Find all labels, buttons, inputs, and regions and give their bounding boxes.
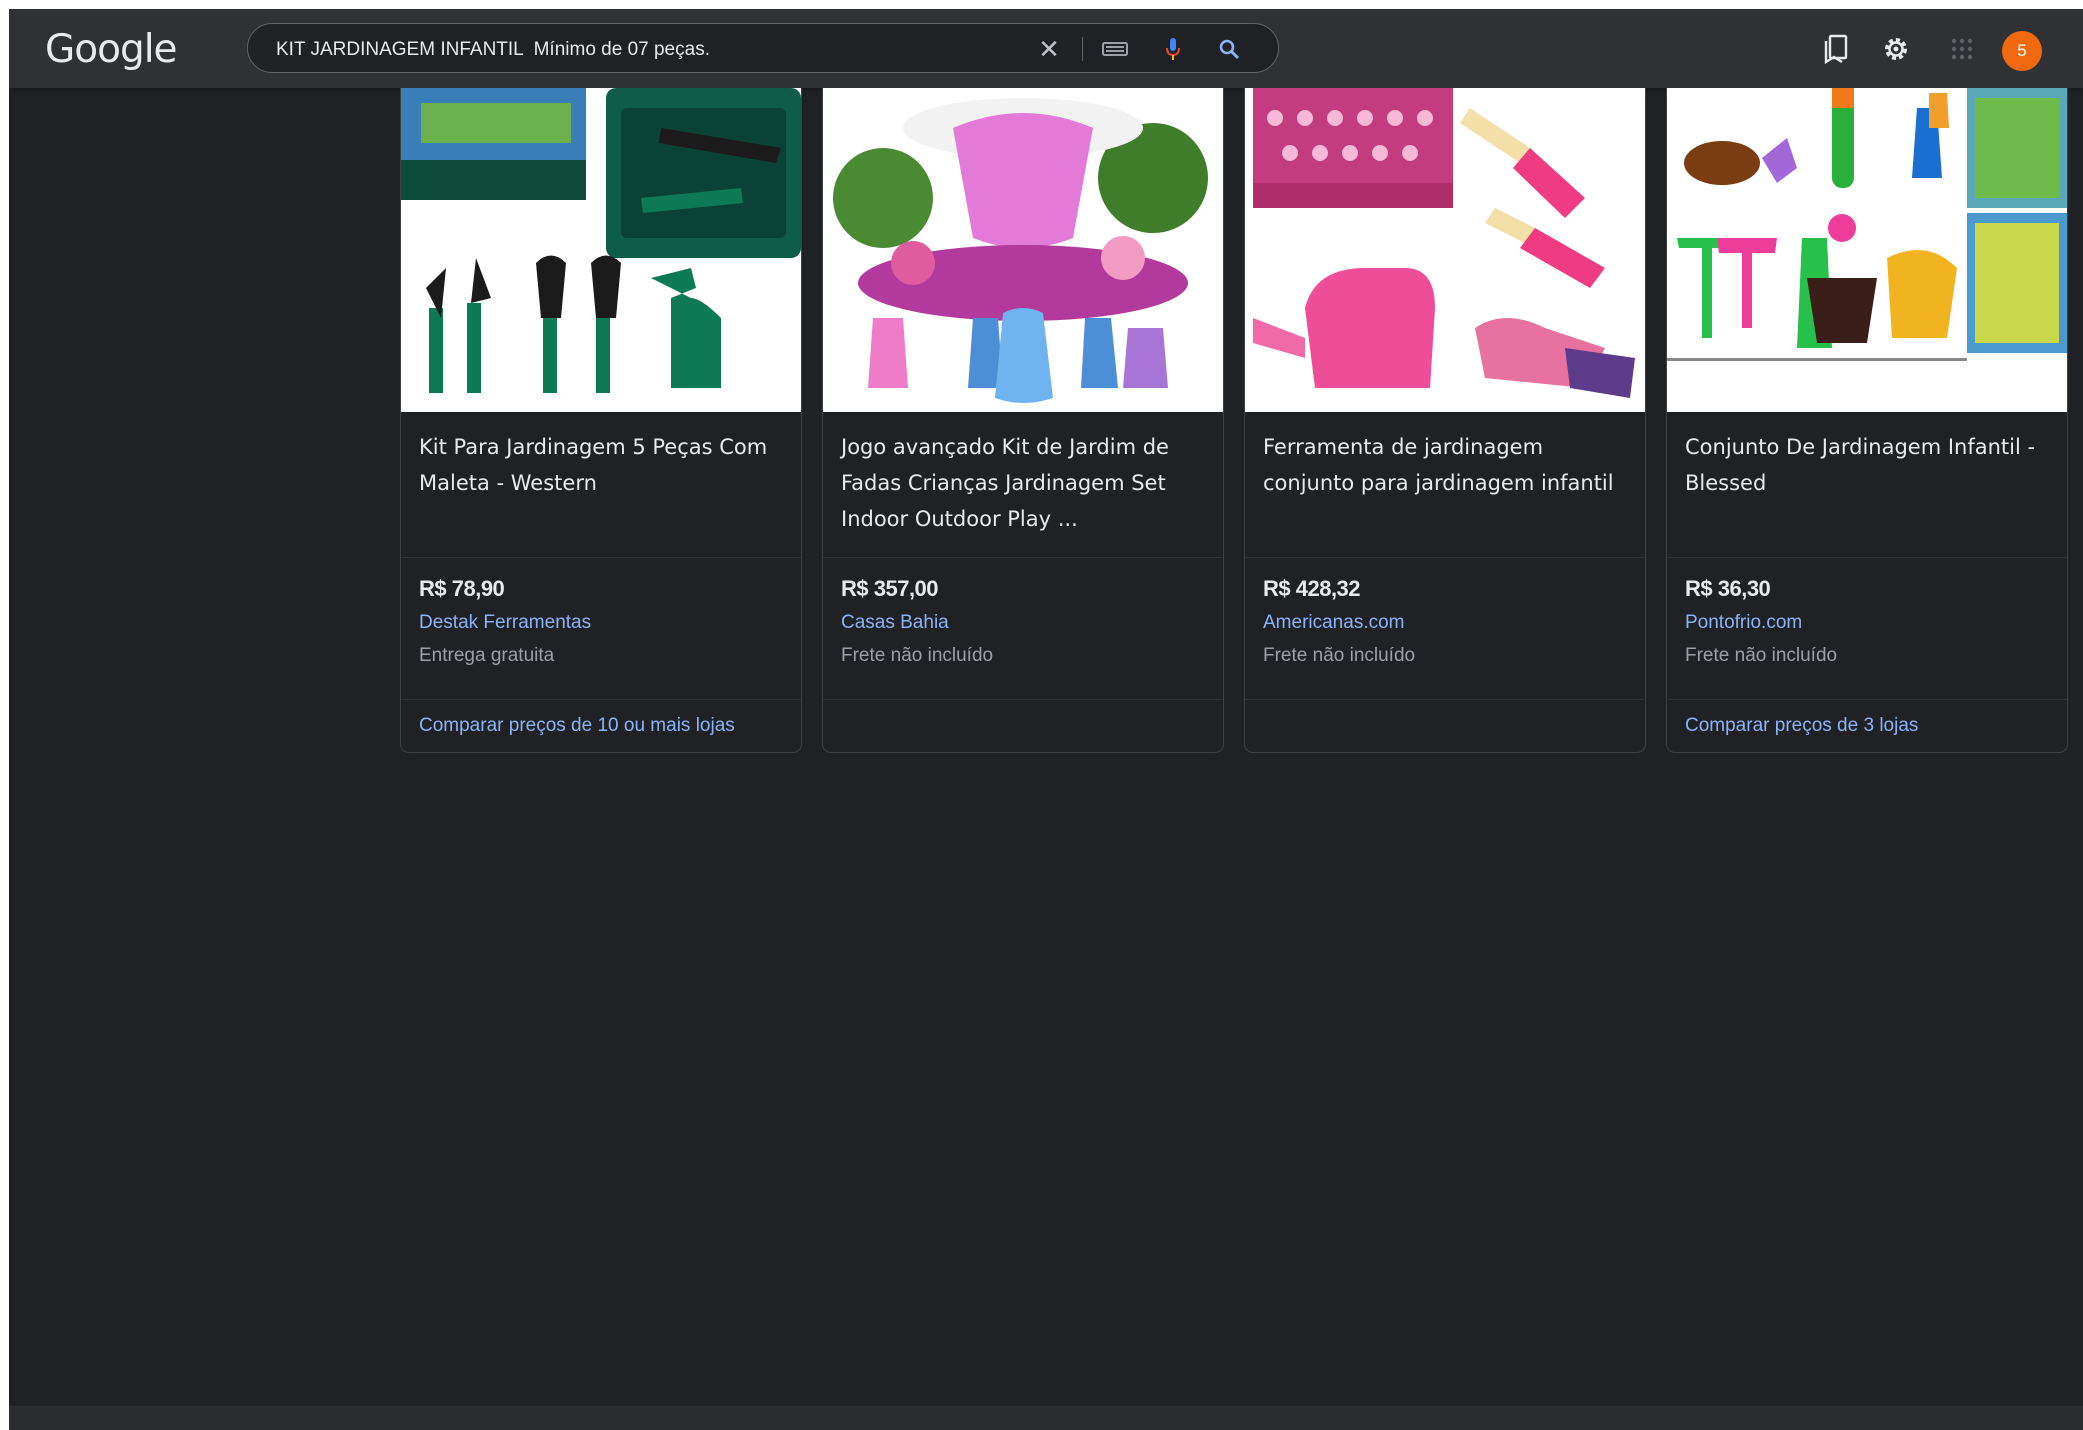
product-title[interactable]: Conjunto De Jardinagem Infantil - Blesse… — [1685, 429, 2055, 501]
google-logo[interactable]: Google — [45, 27, 178, 72]
divider — [1667, 699, 2067, 700]
product-card[interactable]: Jogo avançado Kit de Jardim de Fadas Cri… — [822, 88, 1224, 753]
product-price: R$ 428,32 — [1263, 576, 1361, 601]
top-bar: Google ✕ 5 — [9, 9, 2083, 88]
apps-icon[interactable] — [1944, 31, 1980, 67]
search-divider — [1082, 37, 1083, 61]
compare-prices-link[interactable]: Comparar preços de 3 lojas — [1685, 715, 1918, 737]
keyboard-icon[interactable] — [1100, 34, 1130, 64]
shipping-info: Frete não incluído — [1685, 645, 1838, 666]
product-title[interactable]: Ferramenta de jardinagem conjunto para j… — [1263, 429, 1633, 501]
store-link[interactable]: Pontofrio.com — [1685, 612, 1802, 634]
shipping-info: Entrega gratuita — [419, 645, 555, 666]
divider — [823, 699, 1223, 700]
product-price: R$ 78,90 — [419, 576, 505, 601]
clear-icon[interactable]: ✕ — [1034, 34, 1064, 64]
product-title[interactable]: Kit Para Jardinagem 5 Peças Com Maleta -… — [419, 429, 789, 501]
saved-icon[interactable] — [1818, 31, 1854, 67]
store-link[interactable]: Casas Bahia — [841, 612, 949, 634]
divider — [823, 557, 1223, 558]
product-image[interactable] — [1667, 88, 2067, 412]
search-box[interactable]: ✕ — [247, 23, 1279, 73]
product-image[interactable] — [823, 88, 1223, 412]
gear-icon[interactable] — [1878, 31, 1914, 67]
compare-prices-link[interactable]: Comparar preços de 10 ou mais lojas — [419, 715, 735, 737]
divider — [401, 557, 801, 558]
bottom-strip — [9, 1406, 2083, 1430]
product-price: R$ 357,00 — [841, 576, 939, 601]
shipping-info: Frete não incluído — [841, 645, 994, 666]
store-link[interactable]: Americanas.com — [1263, 612, 1405, 634]
product-title[interactable]: Jogo avançado Kit de Jardim de Fadas Cri… — [841, 429, 1211, 537]
browser-viewport: Google ✕ 5 — [9, 9, 2083, 1430]
divider — [1245, 557, 1645, 558]
divider — [401, 699, 801, 700]
store-link[interactable]: Destak Ferramentas — [419, 612, 591, 634]
product-card[interactable]: Kit Para Jardinagem 5 Peças Com Maleta -… — [400, 88, 802, 753]
product-price: R$ 36,30 — [1685, 576, 1771, 601]
product-card[interactable]: Conjunto De Jardinagem Infantil - Blesse… — [1666, 88, 2068, 753]
product-card[interactable]: Ferramenta de jardinagem conjunto para j… — [1244, 88, 1646, 753]
divider — [1667, 557, 2067, 558]
avatar[interactable]: 5 — [2002, 31, 2042, 71]
shipping-info: Frete não incluído — [1263, 645, 1416, 666]
search-icon[interactable] — [1214, 34, 1244, 64]
product-image[interactable] — [1245, 88, 1645, 412]
search-input[interactable] — [274, 35, 1038, 65]
divider — [1245, 699, 1645, 700]
product-image[interactable] — [401, 88, 801, 412]
mic-icon[interactable] — [1158, 34, 1188, 64]
